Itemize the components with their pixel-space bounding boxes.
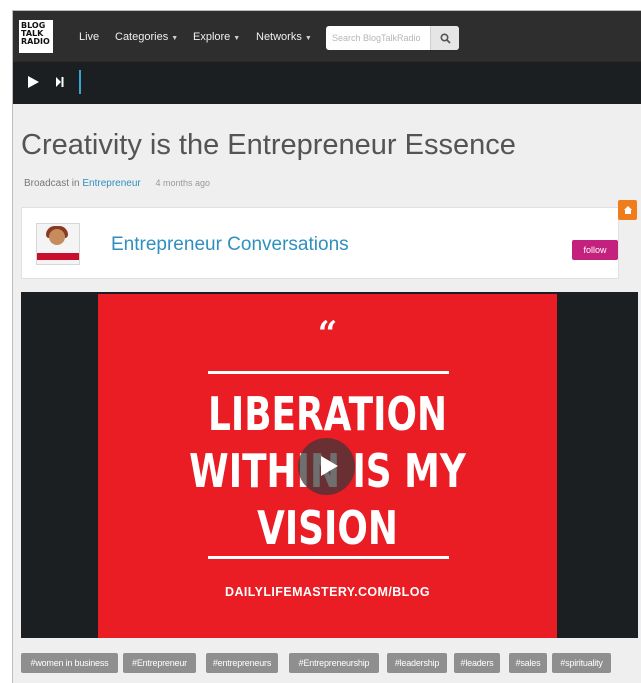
blogtalkradio-logo[interactable]: BLOG TALK RADIO: [19, 20, 53, 53]
nav-categories-label: Categories: [115, 31, 169, 43]
tag-chip[interactable]: #leadership: [387, 653, 447, 673]
chevron-down-icon: ▼: [304, 35, 312, 42]
play-icon: [321, 456, 338, 476]
top-navbar: BLOG TALK RADIO Live Categories ▼ Explore…: [13, 11, 641, 61]
chevron-down-icon: ▼: [233, 35, 241, 42]
headline-line-1: LIBERATION: [207, 387, 448, 441]
thumbnail-face: [49, 229, 65, 245]
home-badge[interactable]: [618, 200, 637, 220]
page-frame: BLOG TALK RADIO Live Categories ▼ Explore…: [12, 10, 641, 683]
home-icon: [623, 206, 632, 214]
player-bar: [13, 61, 641, 104]
play-button[interactable]: [27, 75, 40, 91]
search-button[interactable]: [430, 26, 459, 50]
show-thumbnail[interactable]: [36, 223, 80, 265]
nav-networks-label: Networks: [256, 31, 302, 43]
follow-button[interactable]: follow: [572, 240, 618, 260]
tag-chip[interactable]: #Entrepreneurship: [289, 653, 379, 673]
player-progress-marker: [79, 70, 81, 94]
top-rule: [208, 371, 449, 374]
show-card: Entrepreneur Conversations follow: [21, 207, 619, 279]
headline-line-3: VISION: [257, 501, 398, 555]
tag-chip[interactable]: #sales: [509, 653, 547, 673]
nav-networks[interactable]: Networks ▼: [256, 31, 312, 43]
play-icon: [28, 76, 39, 88]
bottom-rule: [208, 556, 449, 559]
nav-explore[interactable]: Explore ▼: [193, 31, 240, 43]
thumbnail-band: [37, 253, 79, 260]
category-link[interactable]: Entrepreneur: [82, 178, 140, 189]
nav-live-label: Live: [79, 31, 100, 43]
tag-chip[interactable]: #leaders: [454, 653, 500, 673]
episode-title: Creativity is the Entrepreneur Essence: [21, 129, 516, 161]
nav-live[interactable]: Live: [79, 31, 99, 43]
nav-categories[interactable]: Categories ▼: [115, 31, 178, 43]
nav-explore-label: Explore: [193, 31, 231, 43]
search-icon: [439, 32, 451, 44]
chevron-down-icon: ▼: [171, 35, 179, 42]
artwork-url: DAILYLIFEMASTERY.COM/BLOG: [225, 585, 430, 599]
tag-chip[interactable]: #women in business: [21, 653, 118, 673]
broadcast-prefix: Broadcast in: [24, 178, 80, 189]
tag-chip[interactable]: #Entrepreneur: [123, 653, 196, 673]
search-box: [326, 26, 459, 50]
episode-meta: Broadcast in Entrepreneur 4 months ago: [24, 178, 210, 189]
quote-mark: “: [317, 314, 338, 354]
media-play-button[interactable]: [298, 438, 355, 495]
skip-next-icon: [56, 77, 64, 87]
episode-media: “ LIBERATION WITHIN IS MY VISION DAILYLI…: [21, 292, 638, 638]
skip-next-button[interactable]: [55, 75, 65, 91]
episode-age: 4 months ago: [155, 178, 211, 188]
show-name-link[interactable]: Entrepreneur Conversations: [111, 234, 349, 256]
search-input[interactable]: [326, 26, 430, 50]
tag-chip[interactable]: #entrepreneurs: [206, 653, 278, 673]
tag-chip[interactable]: #spirituality: [552, 653, 611, 673]
tag-list: #women in business #Entrepreneur #entrep…: [21, 653, 641, 677]
